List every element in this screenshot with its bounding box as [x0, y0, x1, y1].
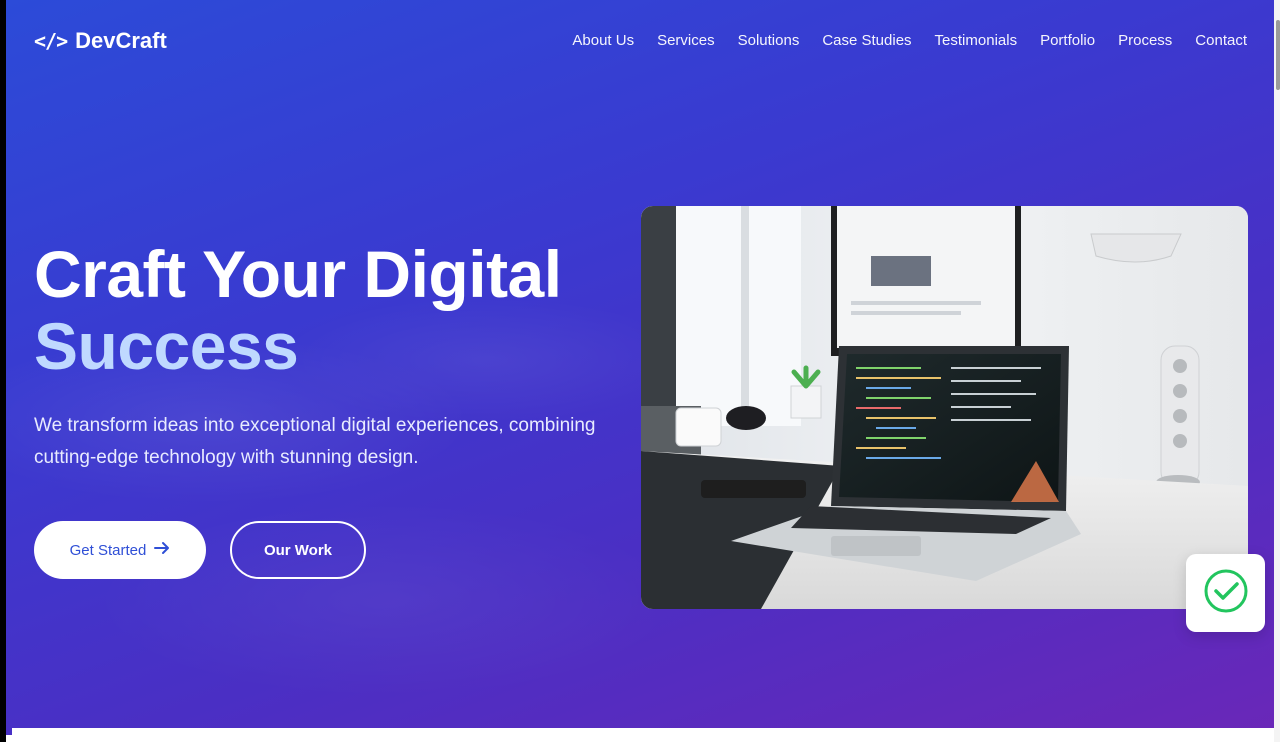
nav-testimonials[interactable]: Testimonials — [935, 32, 1018, 49]
get-started-label: Get Started — [69, 541, 147, 559]
nav-services[interactable]: Services — [657, 32, 715, 49]
brand-name: DevCraft — [75, 28, 167, 53]
hero-subtitle: We transform ideas into exceptional digi… — [34, 415, 596, 468]
nav-portfolio[interactable]: Portfolio — [1040, 32, 1095, 49]
nav-about-us[interactable]: About Us — [572, 32, 634, 49]
our-work-button[interactable]: Our Work — [230, 521, 366, 579]
hero-title-line2: Success — [34, 309, 299, 383]
nav-process[interactable]: Process — [1118, 32, 1172, 49]
hero-section: </> DevCraft About Us Services Solutions… — [6, 0, 1274, 735]
scrollbar-track[interactable] — [1274, 0, 1280, 742]
brand-logo[interactable]: </> DevCraft — [34, 28, 167, 54]
arrow-right-icon — [154, 540, 170, 560]
hero-title: Craft Your Digital Success — [34, 238, 562, 382]
get-started-button[interactable]: Get Started — [34, 521, 206, 579]
laptop-workspace-photo — [641, 206, 1248, 609]
main-nav: About Us Services Solutions Case Studies… — [572, 32, 1247, 49]
scrollbar-thumb[interactable] — [1276, 20, 1280, 90]
hero-title-line1: Craft Your Digital — [34, 237, 562, 311]
code-icon: </> — [34, 29, 68, 53]
nav-contact[interactable]: Contact — [1195, 32, 1247, 49]
nav-solutions[interactable]: Solutions — [738, 32, 800, 49]
verified-badge — [1186, 554, 1265, 632]
check-circle-icon — [1203, 568, 1249, 619]
nav-case-studies[interactable]: Case Studies — [822, 32, 911, 49]
page-bottom-edge — [12, 728, 1274, 735]
